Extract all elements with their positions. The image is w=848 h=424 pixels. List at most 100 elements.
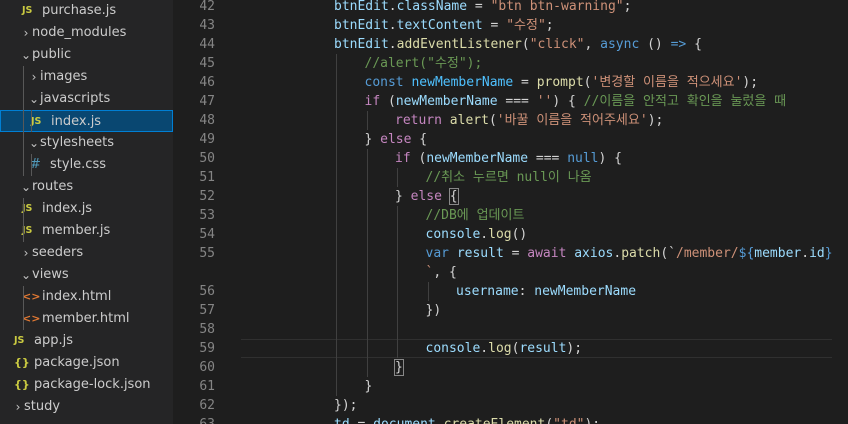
code-comment: //DB에 업데이트	[425, 208, 525, 223]
sidebar-file[interactable]: {} package-lock.json	[0, 374, 173, 396]
sidebar-folder[interactable]: ⌄ stylesheets	[0, 132, 173, 154]
code-token: , {	[433, 265, 457, 280]
code-token: alert	[449, 113, 489, 128]
code-line[interactable]: `, {	[426, 263, 457, 282]
code-token: }	[394, 359, 404, 376]
code-token: .	[388, 37, 397, 52]
code-line[interactable]: console.log()	[426, 225, 528, 244]
code-token: patch	[621, 246, 661, 261]
editor-scrollbar[interactable]	[834, 0, 848, 424]
code-token: ) {	[552, 94, 584, 109]
javascript-file-icon: JS	[14, 335, 25, 346]
sidebar-folder[interactable]: ⌄ javascripts	[0, 88, 173, 110]
sidebar-folder[interactable]: › study	[0, 396, 173, 418]
tree-indent-guide	[31, 110, 32, 132]
code-line[interactable]: })	[426, 301, 442, 320]
sidebar-item-label: member.js	[42, 223, 111, 238]
code-token: var	[425, 246, 449, 261]
sidebar-folder[interactable]: › node_modules	[0, 22, 173, 44]
sidebar-folder[interactable]: › seeders	[0, 242, 173, 264]
code-line[interactable]: td = document.createElement("td");	[334, 415, 600, 424]
code-comment: //이름을 안적고 확인을 눌렀을 때	[583, 94, 787, 109]
code-token: ;	[623, 0, 632, 14]
code-token: .	[388, 18, 397, 33]
code-token: member	[754, 246, 802, 261]
line-number: 61	[199, 379, 215, 394]
line-number: 55	[199, 246, 215, 261]
indent-guide	[397, 206, 398, 358]
code-line[interactable]: btnEdit.className = "btn btn-warning";	[334, 0, 631, 16]
sidebar-folder[interactable]: ⌄ public	[0, 44, 173, 66]
sidebar-folder[interactable]: ⌄ routes	[0, 176, 173, 198]
sidebar-file[interactable]: JS member.js	[0, 220, 173, 242]
code-line[interactable]: username: newMemberName	[456, 282, 636, 301]
sidebar-file[interactable]: JS app.js	[0, 330, 173, 352]
code-line[interactable]: //alert("수정");	[365, 54, 483, 73]
sidebar-file[interactable]: {} package.json	[0, 352, 173, 374]
code-line[interactable]: }	[365, 377, 373, 396]
code-string: "td"	[553, 417, 584, 424]
code-token: if	[395, 151, 411, 166]
code-line[interactable]: btnEdit.addEventListener("click", async …	[334, 35, 702, 54]
sidebar-file[interactable]: JS purchase.js	[0, 0, 173, 22]
code-token: =	[350, 417, 373, 424]
code-line[interactable]: });	[334, 396, 357, 415]
sidebar-folder[interactable]: ⌄ views	[0, 264, 173, 286]
code-line[interactable]: //DB에 업데이트	[426, 206, 525, 225]
code-token: =	[503, 246, 528, 261]
code-comment: //alert("수정");	[364, 56, 483, 71]
code-line[interactable]: if (newMemberName === null) {	[395, 149, 622, 168]
tree-indent-guide	[23, 198, 24, 242]
code-line[interactable]: return alert('바꿀 이름을 적어주세요');	[395, 111, 663, 130]
line-number: 50	[199, 151, 215, 166]
code-token: newMemberName	[426, 151, 529, 166]
line-number: 59	[199, 341, 215, 356]
sidebar-file[interactable]: <> index.html	[0, 286, 173, 308]
code-token: log	[488, 341, 512, 356]
code-line[interactable]: } else {	[365, 130, 428, 149]
code-line[interactable]: }	[394, 358, 404, 377]
sidebar-file[interactable]: <> member.html	[0, 308, 173, 330]
indent-guide	[397, 168, 398, 187]
javascript-file-icon: JS	[22, 5, 33, 16]
code-line[interactable]: const newMemberName = prompt('변경할 이름을 적으…	[365, 73, 759, 92]
sidebar-item-label: app.js	[34, 333, 73, 348]
line-number: 63	[173, 415, 215, 424]
code-token: (`	[660, 246, 676, 261]
code-token: btnEdit	[334, 0, 389, 14]
code-token: btnEdit	[334, 18, 389, 33]
code-line[interactable]: if (newMemberName === '') { //이름을 안적고 확인…	[365, 92, 787, 111]
line-number: 44	[199, 37, 215, 52]
code-token: else	[380, 132, 412, 147]
code-token: ()	[639, 37, 671, 52]
code-line[interactable]: var result = await axios. patch(`/member/…	[426, 244, 833, 263]
code-editor[interactable]: 42 btnEdit.className = "btn btn-warning";…	[173, 0, 848, 424]
line-number: 42	[199, 0, 215, 14]
line-number: 56	[199, 284, 215, 299]
sidebar-file[interactable]: # style.css	[0, 154, 173, 176]
code-token: id	[809, 246, 825, 261]
code-token: document	[373, 417, 436, 424]
code-token: (	[545, 417, 553, 424]
code-token: result	[519, 341, 567, 356]
code-line[interactable]: } else {	[395, 187, 459, 206]
sidebar-file[interactable]: JS index.js	[0, 198, 173, 220]
sidebar-item-label: purchase.js	[42, 3, 117, 18]
sidebar-file[interactable]: JS index.js	[0, 110, 173, 132]
line-number: 53	[199, 208, 215, 223]
sidebar-folder[interactable]: › images	[0, 66, 173, 88]
code-line[interactable]: //취소 누르면 null이 나옴	[426, 168, 592, 187]
code-token: const	[364, 75, 404, 90]
code-string: "btn btn-warning"	[490, 0, 624, 14]
code-token: );	[742, 75, 759, 90]
code-line[interactable]: btnEdit.textContent = "수정";	[334, 16, 554, 35]
chevron-down-icon: ⌄	[28, 92, 40, 106]
line-number: 48	[199, 113, 215, 128]
sidebar-item-label: routes	[32, 179, 74, 194]
code-line[interactable]: console.log(result);	[426, 339, 583, 358]
sidebar-item-label: study	[24, 399, 61, 414]
code-comment: //취소 누르면 null이 나옴	[425, 170, 592, 185]
